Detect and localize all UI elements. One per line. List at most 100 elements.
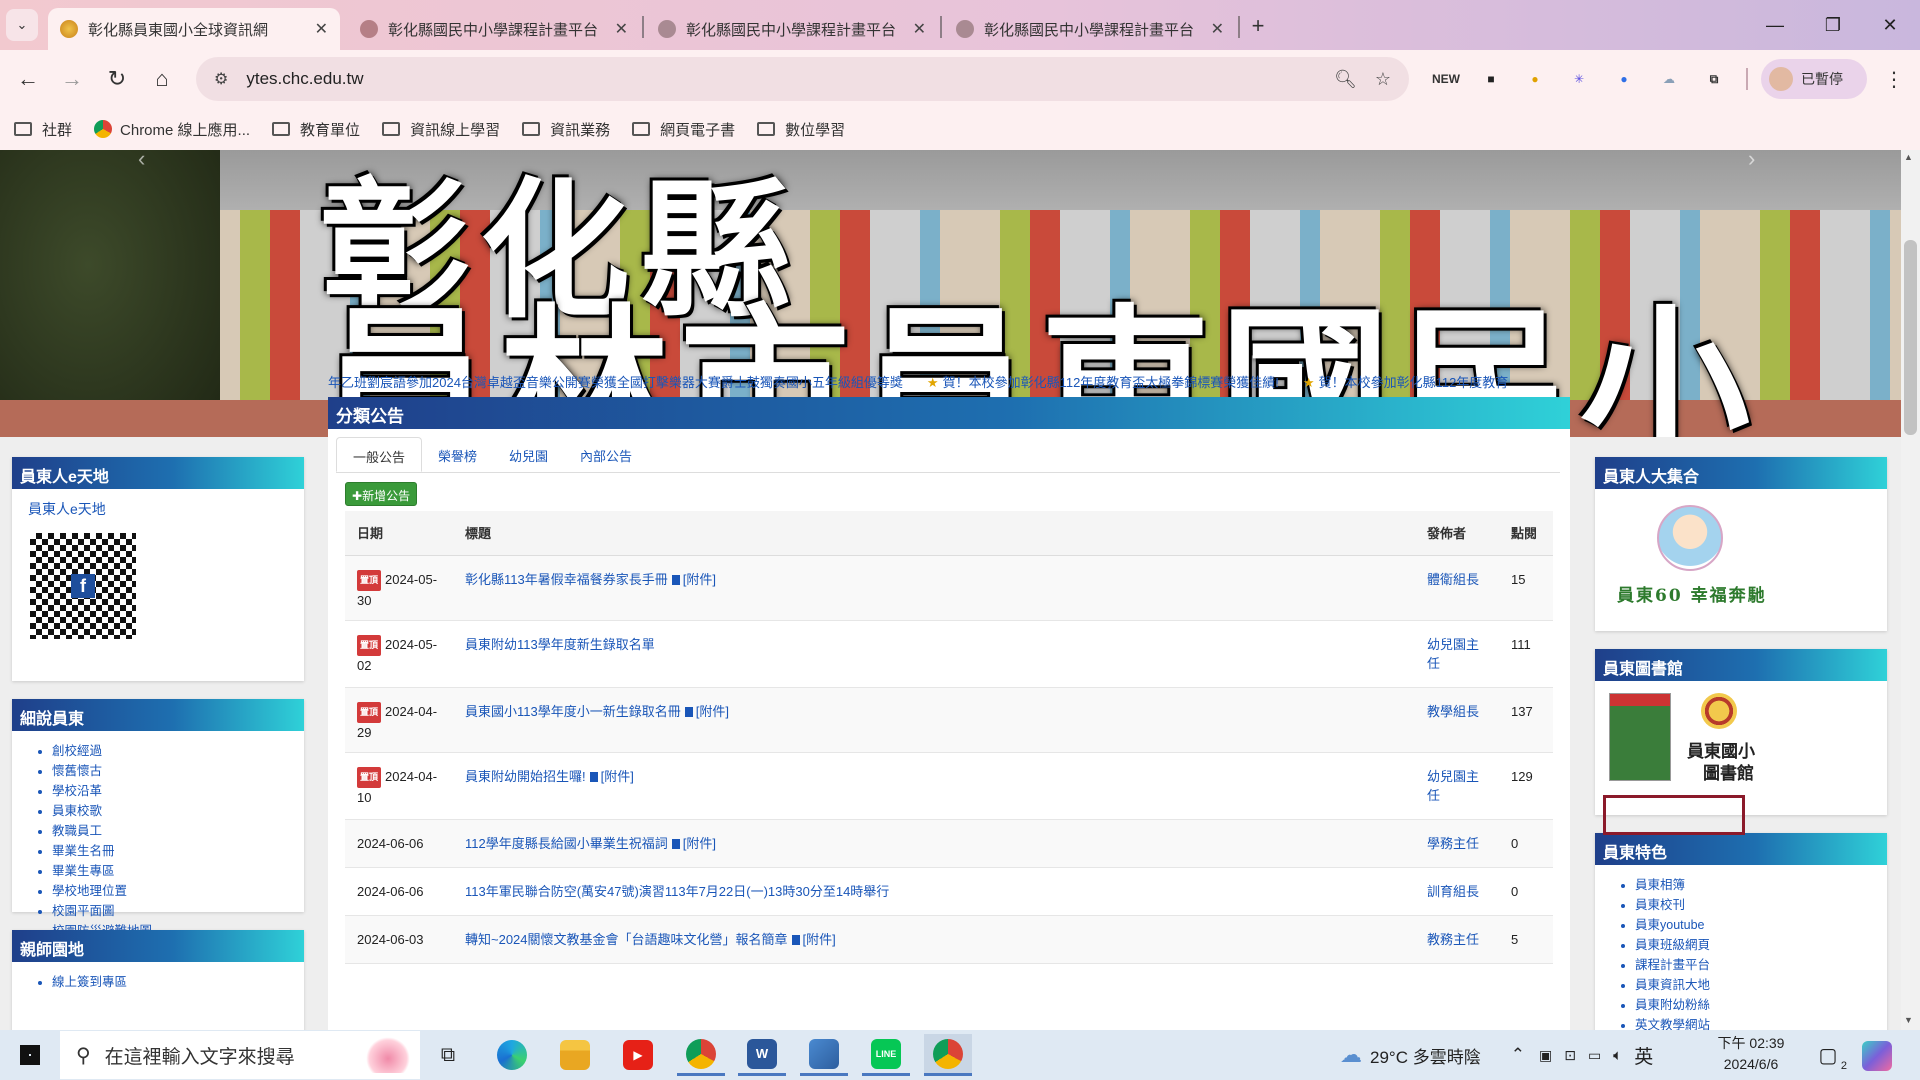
announcement-link[interactable]: 112學年度縣長給國小畢業生祝福詞 bbox=[465, 836, 668, 851]
ticker-item[interactable]: 賀！本校參加彰化縣112年度教育盃太極拳錦標賽榮獲佳績! bbox=[943, 375, 1279, 390]
author-link[interactable]: 教學組長 bbox=[1427, 704, 1479, 719]
tab-internal[interactable]: 內部公告 bbox=[564, 437, 648, 472]
bookmark-it-business[interactable]: 資訊業務 bbox=[522, 119, 610, 140]
announcement-link[interactable]: 轉知~2024關懷文教基金會「台語趣味文化營」報名簡章 bbox=[465, 932, 788, 947]
taskbar-clock[interactable]: 下午 02:39 2024/6/6 bbox=[1716, 1033, 1786, 1075]
reload-button[interactable]: ↻ bbox=[99, 61, 135, 97]
taskbar-edge[interactable] bbox=[488, 1034, 536, 1076]
tab-search-dropdown[interactable]: ⌄ bbox=[6, 9, 38, 41]
minimize-button[interactable]: — bbox=[1755, 8, 1795, 42]
copilot-icon[interactable] bbox=[1862, 1041, 1892, 1071]
feature-link[interactable]: 員東附幼粉絲 bbox=[1635, 998, 1710, 1012]
attachment-link[interactable]: [附件] bbox=[683, 836, 716, 851]
weather-cloud-icon[interactable]: ☁ bbox=[1340, 1042, 1362, 1068]
about-link[interactable]: 創校經過 bbox=[52, 744, 102, 758]
announcement-link[interactable]: 員東國小113學年度小一新生錄取名冊 bbox=[465, 704, 681, 719]
start-button[interactable] bbox=[0, 1030, 60, 1080]
forward-button[interactable]: → bbox=[54, 61, 90, 97]
seal-ext-icon[interactable]: ● bbox=[1522, 66, 1548, 92]
site-info-icon[interactable]: ⚙ bbox=[214, 69, 228, 89]
attachment-link[interactable]: [附件] bbox=[683, 572, 716, 587]
announcement-link[interactable]: 彰化縣113年暑假幸福餐券家長手冊 bbox=[465, 572, 668, 587]
close-icon[interactable]: ✕ bbox=[615, 19, 628, 39]
tab-kindergarten[interactable]: 幼兒園 bbox=[493, 437, 564, 472]
network-icon[interactable]: ⊡ bbox=[1564, 1047, 1576, 1064]
mascot-logo-icon[interactable] bbox=[1657, 505, 1723, 571]
bookmark-social[interactable]: 社群 bbox=[14, 119, 72, 140]
tab-general[interactable]: 一般公告 bbox=[336, 437, 423, 472]
camera-icon[interactable]: ▣ bbox=[1539, 1047, 1552, 1064]
new-icon[interactable]: NEW bbox=[1432, 66, 1460, 92]
zoom-search-icon[interactable]: 🔍︎ bbox=[1334, 69, 1357, 90]
news-ticker[interactable]: 年乙班劉宸語參加2024台灣卓越盃音樂公開賽榮獲全國打擊樂器大賽爵士鼓獨奏國小五… bbox=[328, 372, 1570, 394]
scroll-down-icon[interactable]: ▼ bbox=[1904, 1015, 1913, 1025]
about-link[interactable]: 畢業生名冊 bbox=[52, 844, 115, 858]
cloud-ext-icon[interactable]: ☁ bbox=[1656, 66, 1682, 92]
browser-tab-2[interactable]: 彰化縣國民中小學課程計畫平台 ✕ bbox=[348, 8, 640, 50]
ime-indicator[interactable]: 英 bbox=[1634, 1042, 1653, 1069]
attachment-link[interactable]: [附件] bbox=[601, 769, 634, 784]
ticker-item[interactable]: 年乙班劉宸語參加2024台灣卓越盃音樂公開賽榮獲全國打擊樂器大賽爵士鼓獨奏國小五… bbox=[328, 375, 903, 390]
star-ext-icon[interactable]: ✳ bbox=[1566, 66, 1592, 92]
about-link[interactable]: 畢業生專區 bbox=[52, 864, 115, 878]
menu-button[interactable]: ⋮ bbox=[1876, 61, 1912, 97]
bookmark-it-learning[interactable]: 資訊線上學習 bbox=[382, 119, 500, 140]
taskbar-app[interactable] bbox=[800, 1034, 848, 1076]
restore-button[interactable]: ❐ bbox=[1813, 8, 1853, 42]
author-link[interactable]: 學務主任 bbox=[1427, 836, 1479, 851]
close-icon[interactable]: ✕ bbox=[1211, 19, 1224, 39]
author-link[interactable]: 幼兒園主任 bbox=[1427, 769, 1479, 803]
about-link[interactable]: 教職員工 bbox=[52, 824, 102, 838]
carousel-prev-icon[interactable]: ‹ bbox=[138, 150, 145, 172]
about-link[interactable]: 學校地理位置 bbox=[52, 884, 127, 898]
feature-link[interactable]: 員東資訊大地 bbox=[1635, 978, 1710, 992]
feature-link[interactable]: 員東班級網頁 bbox=[1635, 938, 1710, 952]
feature-link[interactable]: 英文教學網站 bbox=[1635, 1018, 1710, 1030]
about-link[interactable]: 學校沿革 bbox=[52, 784, 102, 798]
task-view-button[interactable]: ⧉ bbox=[424, 1034, 472, 1076]
circle-ext-icon[interactable]: ● bbox=[1611, 66, 1637, 92]
close-icon[interactable]: ✕ bbox=[315, 19, 328, 39]
attachment-link[interactable]: [附件] bbox=[696, 704, 729, 719]
monitor-icon[interactable]: ▭ bbox=[1588, 1047, 1601, 1064]
browser-tab-1[interactable]: 彰化縣員東國小全球資訊網 ✕ bbox=[48, 8, 340, 50]
scrollbar-thumb[interactable] bbox=[1904, 240, 1917, 435]
parent-link[interactable]: 線上簽到專區 bbox=[52, 975, 127, 989]
address-bar[interactable]: ⚙ ytes.chc.edu.tw 🔍︎ ☆ bbox=[196, 57, 1409, 101]
close-window-button[interactable]: ✕ bbox=[1870, 8, 1910, 42]
square-ext-icon[interactable]: ■ bbox=[1478, 66, 1504, 92]
e-world-link[interactable]: 員東人e天地 bbox=[28, 501, 106, 517]
taskbar-word[interactable]: W bbox=[738, 1034, 786, 1076]
browser-tab-4[interactable]: 彰化縣國民中小學課程計畫平台 ✕ bbox=[944, 8, 1236, 50]
author-link[interactable]: 訓育組長 bbox=[1427, 884, 1479, 899]
feature-link[interactable]: 員東youtube bbox=[1635, 918, 1704, 932]
weather-text[interactable]: 29°C 多雲時陰 bbox=[1370, 1043, 1481, 1068]
chevron-up-icon[interactable]: ⌃ bbox=[1511, 1045, 1525, 1065]
tab-honor-roll[interactable]: 榮譽榜 bbox=[422, 437, 493, 472]
close-icon[interactable]: ✕ bbox=[913, 19, 926, 39]
profile-button[interactable]: 已暫停 bbox=[1761, 59, 1867, 99]
library-book-icon[interactable] bbox=[1609, 693, 1671, 781]
ticker-item[interactable]: 賀！本校參加彰化縣112年度教育 bbox=[1319, 375, 1509, 390]
announcement-link[interactable]: 113年軍民聯合防空(萬安47號)演習113年7月22日(一)13時30分至14… bbox=[465, 884, 889, 899]
about-link[interactable]: 員東校歌 bbox=[52, 804, 102, 818]
announcement-link[interactable]: 員東附幼113學年度新生錄取名單 bbox=[465, 637, 655, 652]
carousel-next-icon[interactable]: › bbox=[1748, 150, 1755, 172]
feature-link[interactable]: 課程計畫平台 bbox=[1635, 958, 1710, 972]
volume-icon[interactable]: 🔈︎ bbox=[1613, 1047, 1622, 1064]
taskbar-explorer[interactable] bbox=[551, 1034, 599, 1076]
bookmark-chrome-apps[interactable]: Chrome 線上應用... bbox=[94, 119, 250, 140]
feature-link[interactable]: 員東相簿 bbox=[1635, 878, 1685, 892]
announcement-link[interactable]: 員東附幼開始招生囉! bbox=[465, 769, 586, 784]
qr-code-icon[interactable]: f bbox=[30, 533, 136, 639]
author-link[interactable]: 幼兒園主任 bbox=[1427, 637, 1479, 671]
new-tab-button[interactable]: + bbox=[1244, 12, 1272, 40]
author-link[interactable]: 教務主任 bbox=[1427, 932, 1479, 947]
taskbar-youtube[interactable]: ▶ bbox=[614, 1034, 662, 1076]
author-link[interactable]: 體衛組長 bbox=[1427, 572, 1479, 587]
notification-button[interactable]: ▢ 2 bbox=[1813, 1040, 1847, 1073]
taskbar-chrome-2[interactable] bbox=[924, 1034, 972, 1076]
feature-link[interactable]: 員東校刊 bbox=[1635, 898, 1685, 912]
taskbar-chrome[interactable] bbox=[677, 1034, 725, 1076]
taskbar-line[interactable]: LINE bbox=[862, 1034, 910, 1076]
